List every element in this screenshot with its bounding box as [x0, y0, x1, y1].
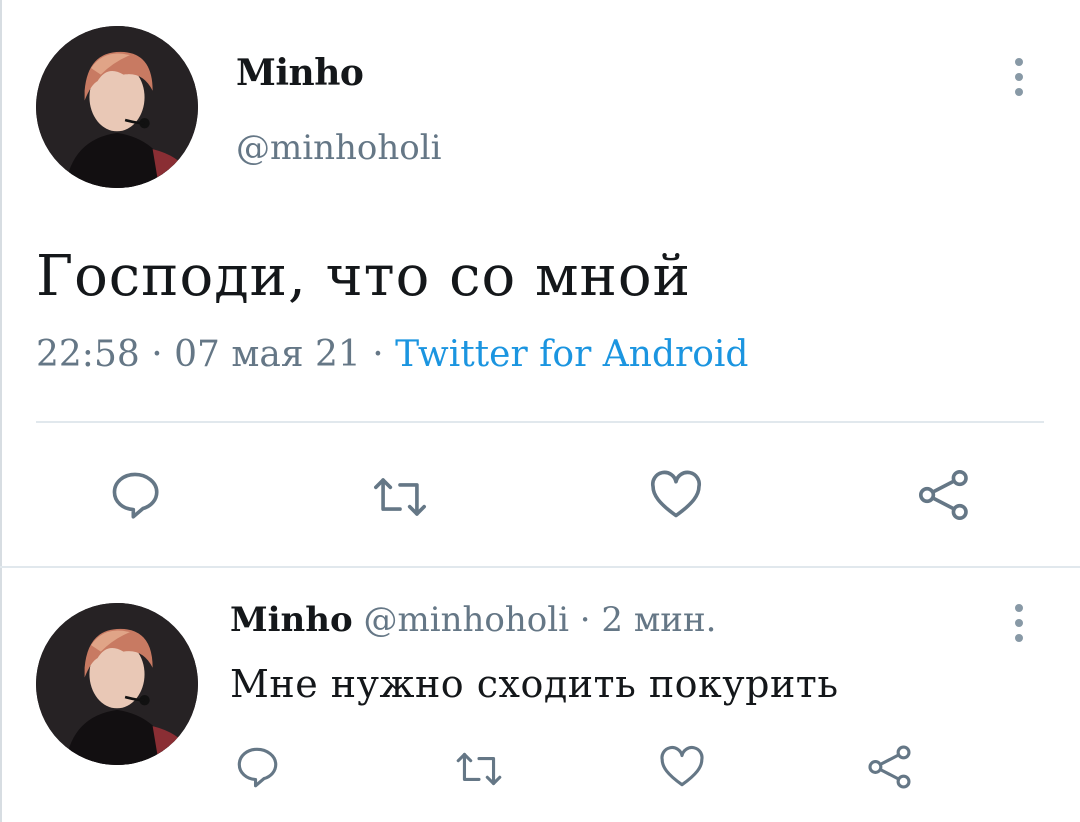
avatar[interactable] — [36, 603, 198, 765]
tweet-date: 07 мая 21 — [174, 334, 361, 375]
tweet-time: 22:58 — [36, 334, 140, 375]
meta-separator: · — [579, 600, 591, 640]
left-border — [0, 0, 2, 822]
reply-header: Minho @minhoholi · 2 мин. — [230, 600, 716, 640]
avatar[interactable] — [36, 26, 198, 188]
display-name[interactable]: Minho — [236, 52, 364, 94]
avatar-photo — [36, 26, 198, 188]
reply-bubble-icon[interactable] — [232, 742, 282, 792]
user-handle[interactable]: @minhoholi — [363, 600, 569, 640]
heart-icon[interactable] — [656, 742, 708, 792]
more-vertical-icon[interactable] — [1012, 604, 1026, 642]
tweet-time-ago: 2 мин. — [601, 600, 717, 640]
avatar-photo — [36, 603, 198, 765]
share-icon[interactable] — [914, 466, 974, 524]
more-vertical-icon[interactable] — [1012, 58, 1026, 96]
display-name[interactable]: Minho — [230, 600, 353, 640]
meta-separator: · — [151, 334, 163, 375]
tweet-text: Господи, что со мной — [36, 244, 691, 309]
share-icon[interactable] — [864, 742, 916, 792]
retweet-icon[interactable] — [452, 744, 506, 794]
tweet-separator — [0, 566, 1080, 568]
reply-text: Мне нужно сходить покурить — [230, 662, 839, 706]
heart-icon[interactable] — [646, 466, 706, 524]
meta-separator: · — [372, 334, 384, 375]
user-handle[interactable]: @minhoholi — [236, 128, 442, 168]
tweet-meta: 22:58 · 07 мая 21 · Twitter for Android — [36, 334, 748, 375]
reply-bubble-icon[interactable] — [106, 466, 164, 524]
divider — [36, 421, 1044, 423]
retweet-icon[interactable] — [368, 468, 432, 526]
tweet-source-link[interactable]: Twitter for Android — [395, 334, 748, 375]
